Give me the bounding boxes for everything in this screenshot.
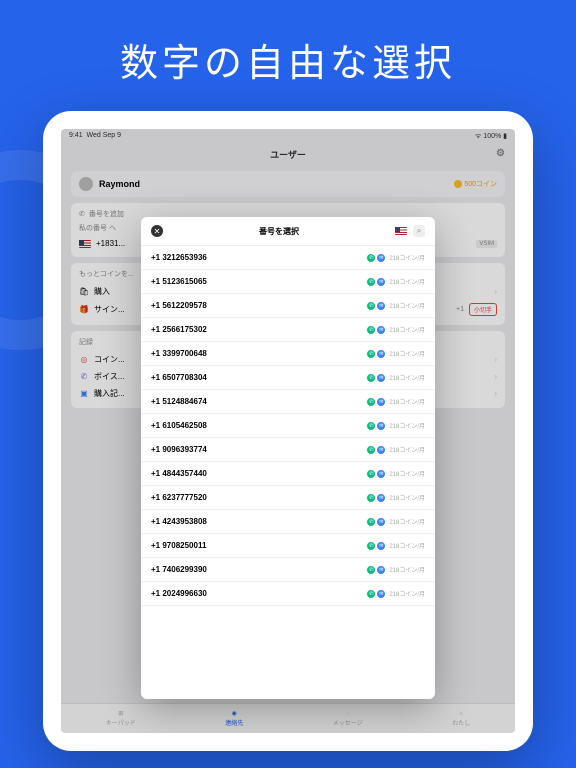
call-icon: ✆ bbox=[367, 302, 375, 310]
call-icon: ✆ bbox=[367, 494, 375, 502]
price-label: 218コイン/月 bbox=[389, 589, 425, 598]
price-label: 218コイン/月 bbox=[389, 325, 425, 334]
call-icon: ✆ bbox=[367, 470, 375, 478]
number-row[interactable]: +1 5612209578✆✉ 218コイン/月 bbox=[141, 294, 435, 318]
number-row[interactable]: +1 6105462508✆✉ 218コイン/月 bbox=[141, 414, 435, 438]
phone-number: +1 9096393774 bbox=[151, 445, 367, 454]
phone-number: +1 5612209578 bbox=[151, 301, 367, 310]
call-icon: ✆ bbox=[367, 350, 375, 358]
call-icon: ✆ bbox=[367, 446, 375, 454]
price-label: 218コイン/月 bbox=[389, 445, 425, 454]
phone-number: +1 5124884674 bbox=[151, 397, 367, 406]
modal-title: 番号を選択 bbox=[163, 226, 395, 237]
phone-number: +1 2024996630 bbox=[151, 589, 367, 598]
phone-number: +1 4243953808 bbox=[151, 517, 367, 526]
number-row[interactable]: +1 5123615065✆✉ 218コイン/月 bbox=[141, 270, 435, 294]
search-button[interactable]: ⌕ bbox=[413, 225, 425, 237]
phone-number: +1 4844357440 bbox=[151, 469, 367, 478]
price-label: 218コイン/月 bbox=[389, 469, 425, 478]
call-icon: ✆ bbox=[367, 374, 375, 382]
sms-icon: ✉ bbox=[377, 398, 385, 406]
sms-icon: ✉ bbox=[377, 254, 385, 262]
sms-icon: ✉ bbox=[377, 374, 385, 382]
price-label: 218コイン/月 bbox=[389, 517, 425, 526]
number-row[interactable]: +1 5124884674✆✉ 218コイン/月 bbox=[141, 390, 435, 414]
sms-icon: ✉ bbox=[377, 302, 385, 310]
country-flag-button[interactable] bbox=[395, 227, 407, 235]
number-row[interactable]: +1 6237777520✆✉ 218コイン/月 bbox=[141, 486, 435, 510]
call-icon: ✆ bbox=[367, 326, 375, 334]
price-label: 218コイン/月 bbox=[389, 349, 425, 358]
phone-number: +1 6237777520 bbox=[151, 493, 367, 502]
sms-icon: ✉ bbox=[377, 278, 385, 286]
number-row[interactable]: +1 4243953808✆✉ 218コイン/月 bbox=[141, 510, 435, 534]
number-row[interactable]: +1 2566175302✆✉ 218コイン/月 bbox=[141, 318, 435, 342]
call-icon: ✆ bbox=[367, 590, 375, 598]
price-label: 218コイン/月 bbox=[389, 373, 425, 382]
phone-number: +1 3212653936 bbox=[151, 253, 367, 262]
number-row[interactable]: +1 3399700648✆✉ 218コイン/月 bbox=[141, 342, 435, 366]
phone-number: +1 9708250011 bbox=[151, 541, 367, 550]
sms-icon: ✉ bbox=[377, 326, 385, 334]
sms-icon: ✉ bbox=[377, 470, 385, 478]
price-label: 218コイン/月 bbox=[389, 277, 425, 286]
phone-number: +1 6105462508 bbox=[151, 421, 367, 430]
price-label: 218コイン/月 bbox=[389, 541, 425, 550]
sms-icon: ✉ bbox=[377, 518, 385, 526]
modal-header: ✕ 番号を選択 ⌕ bbox=[141, 217, 435, 246]
price-label: 218コイン/月 bbox=[389, 421, 425, 430]
phone-number: +1 2566175302 bbox=[151, 325, 367, 334]
sms-icon: ✉ bbox=[377, 542, 385, 550]
tablet-frame: 9:41 Wed Sep 9 ᯤ 100% ▮ ユーザー ⚙ Raymond 5… bbox=[43, 111, 533, 751]
sms-icon: ✉ bbox=[377, 446, 385, 454]
hero-title: 数字の自由な選択 bbox=[0, 0, 576, 111]
sms-icon: ✉ bbox=[377, 350, 385, 358]
sms-icon: ✉ bbox=[377, 494, 385, 502]
sms-icon: ✉ bbox=[377, 422, 385, 430]
call-icon: ✆ bbox=[367, 422, 375, 430]
price-label: 218コイン/月 bbox=[389, 565, 425, 574]
price-label: 218コイン/月 bbox=[389, 301, 425, 310]
number-row[interactable]: +1 7406299390✆✉ 218コイン/月 bbox=[141, 558, 435, 582]
close-button[interactable]: ✕ bbox=[151, 225, 163, 237]
number-row[interactable]: +1 3212653936✆✉ 218コイン/月 bbox=[141, 246, 435, 270]
phone-number: +1 3399700648 bbox=[151, 349, 367, 358]
number-row[interactable]: +1 9096393774✆✉ 218コイン/月 bbox=[141, 438, 435, 462]
number-select-modal: ✕ 番号を選択 ⌕ +1 3212653936✆✉218コイン/月+1 5123… bbox=[141, 217, 435, 699]
price-label: 218コイン/月 bbox=[389, 397, 425, 406]
call-icon: ✆ bbox=[367, 254, 375, 262]
call-icon: ✆ bbox=[367, 398, 375, 406]
number-list[interactable]: +1 3212653936✆✉218コイン/月+1 5123615065✆✉21… bbox=[141, 246, 435, 699]
call-icon: ✆ bbox=[367, 566, 375, 574]
call-icon: ✆ bbox=[367, 542, 375, 550]
number-row[interactable]: +1 9708250011✆✉ 218コイン/月 bbox=[141, 534, 435, 558]
price-label: 218コイン/月 bbox=[389, 493, 425, 502]
call-icon: ✆ bbox=[367, 518, 375, 526]
number-row[interactable]: +1 4844357440✆✉ 218コイン/月 bbox=[141, 462, 435, 486]
phone-number: +1 5123615065 bbox=[151, 277, 367, 286]
phone-number: +1 7406299390 bbox=[151, 565, 367, 574]
number-row[interactable]: +1 2024996630✆✉ 218コイン/月 bbox=[141, 582, 435, 606]
call-icon: ✆ bbox=[367, 278, 375, 286]
sms-icon: ✉ bbox=[377, 566, 385, 574]
price-label: 218コイン/月 bbox=[389, 253, 425, 262]
sms-icon: ✉ bbox=[377, 590, 385, 598]
phone-number: +1 6507708304 bbox=[151, 373, 367, 382]
screen: 9:41 Wed Sep 9 ᯤ 100% ▮ ユーザー ⚙ Raymond 5… bbox=[61, 129, 515, 733]
number-row[interactable]: +1 6507708304✆✉ 218コイン/月 bbox=[141, 366, 435, 390]
